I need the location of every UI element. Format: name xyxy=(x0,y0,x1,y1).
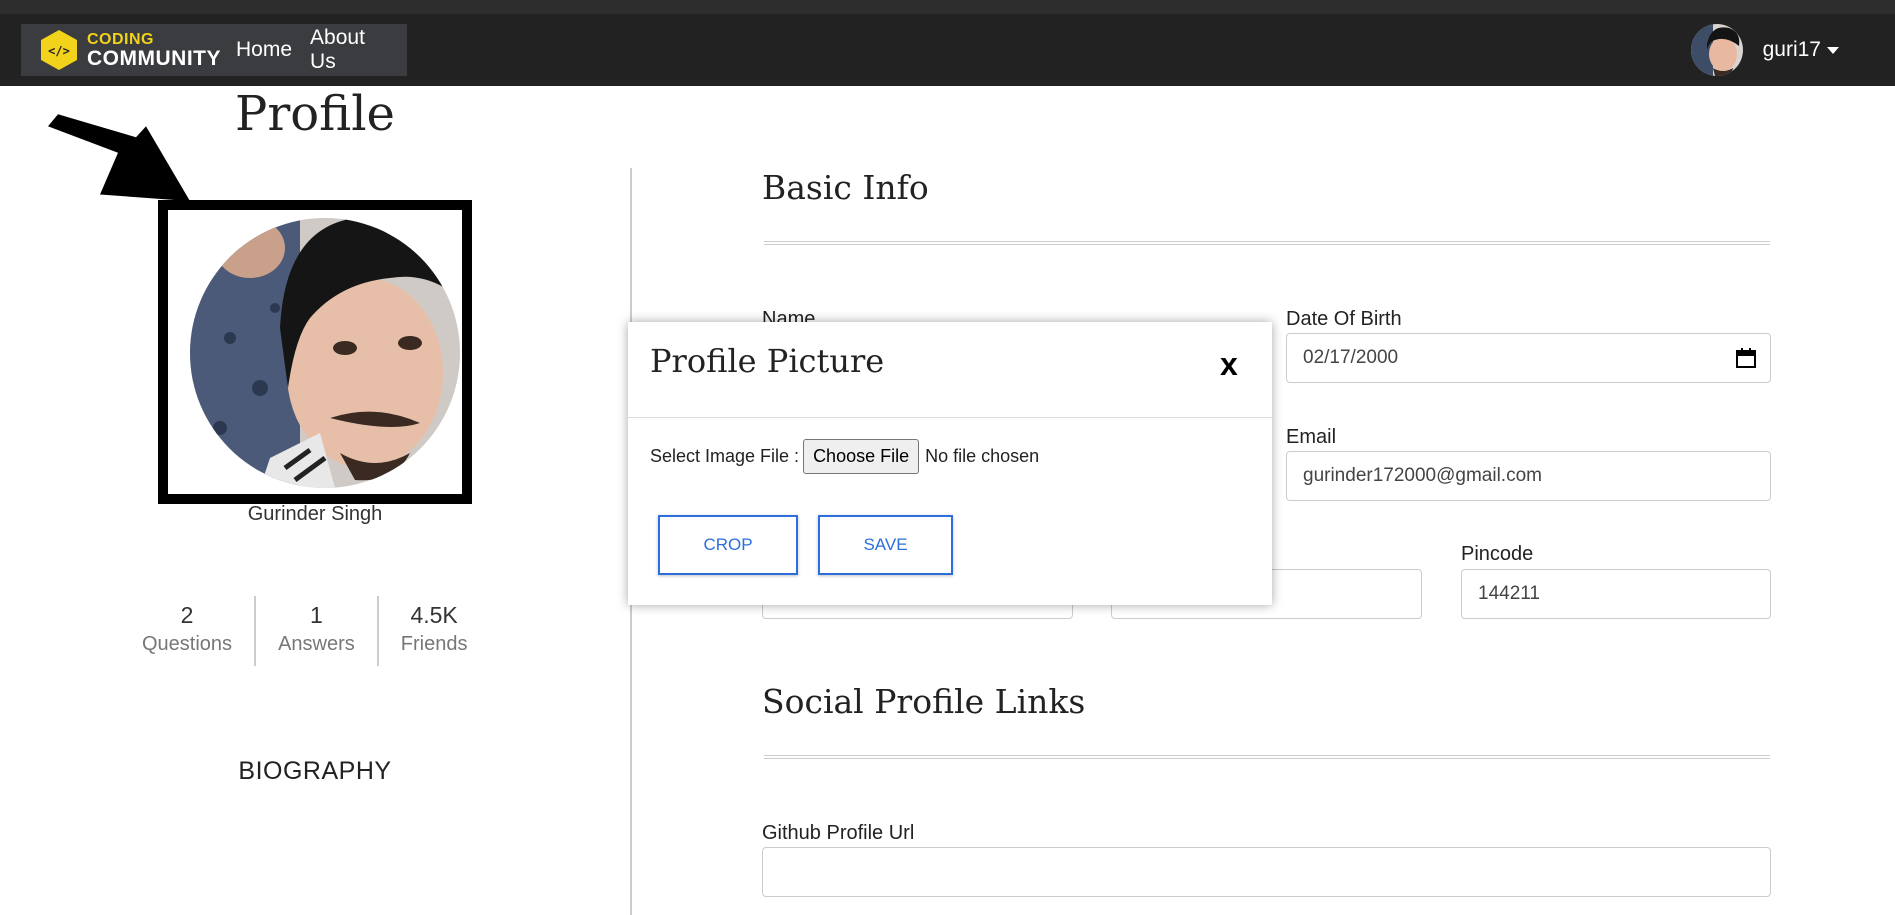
choose-file-button[interactable]: Choose File xyxy=(803,439,920,474)
dob-label: Date Of Birth xyxy=(1286,308,1402,330)
dropdown-caret-icon[interactable] xyxy=(1827,46,1839,54)
email-label: Email xyxy=(1286,426,1337,448)
social-links-title: Social Profile Links xyxy=(762,682,1086,721)
browser-top-strip xyxy=(0,0,1895,14)
navbar: </> CODING COMMUNITY Home About Us guri1… xyxy=(0,14,1895,86)
svg-text:</>: </> xyxy=(48,44,70,58)
user-avatar[interactable] xyxy=(1690,24,1743,76)
dob-input[interactable]: 02/17/2000 xyxy=(1286,333,1771,383)
email-input[interactable]: gurinder172000@gmail.com xyxy=(1286,451,1771,501)
stat-label: Friends xyxy=(400,633,468,655)
calendar-icon[interactable] xyxy=(1736,348,1756,368)
profile-full-name: Gurinder Singh xyxy=(247,503,383,525)
stat-friends[interactable]: 4.5K Friends xyxy=(379,596,490,666)
stat-questions[interactable]: 2 Questions xyxy=(120,596,257,666)
code-hexagon-icon: </> xyxy=(41,30,77,70)
stat-value: 4.5K xyxy=(410,602,458,628)
profile-picture-modal: Profile Picture x Select Image File : Ch… xyxy=(628,322,1272,605)
pincode-label: Pincode xyxy=(1461,543,1534,565)
crop-button[interactable]: CROP xyxy=(658,515,798,575)
github-input[interactable] xyxy=(762,847,1771,897)
profile-photo-frame[interactable] xyxy=(158,200,472,504)
brand-text-bottom: COMMUNITY xyxy=(87,46,221,70)
section-divider xyxy=(764,241,1770,245)
stat-label: Questions xyxy=(142,633,233,655)
biography-heading: BIOGRAPHY xyxy=(238,757,392,785)
nav-links: Home About Us xyxy=(226,24,407,76)
no-file-text: No file chosen xyxy=(925,446,1040,466)
modal-divider xyxy=(628,417,1272,418)
profile-stats: 2 Questions 1 Answers 4.5K Friends xyxy=(120,596,489,666)
file-select-row: Select Image File : Choose File No file … xyxy=(650,439,1039,474)
pincode-input[interactable]: 144211 xyxy=(1461,569,1771,619)
section-divider xyxy=(764,755,1770,759)
github-label: Github Profile Url xyxy=(762,822,915,844)
close-icon[interactable]: x xyxy=(1220,346,1238,383)
save-button[interactable]: SAVE xyxy=(818,515,953,575)
basic-info-title: Basic Info xyxy=(762,168,929,207)
stat-value: 2 xyxy=(180,602,194,628)
stat-answers[interactable]: 1 Answers xyxy=(256,596,379,666)
modal-title: Profile Picture xyxy=(650,342,885,380)
brand-logo[interactable]: </> CODING COMMUNITY xyxy=(21,24,226,76)
profile-photo[interactable] xyxy=(190,218,460,488)
brand-text-top: CODING xyxy=(87,30,154,48)
stat-value: 1 xyxy=(310,602,323,628)
dob-value: 02/17/2000 xyxy=(1303,347,1399,368)
username[interactable]: guri17 xyxy=(1763,38,1821,62)
user-menu[interactable]: guri17 xyxy=(1690,24,1839,76)
select-file-label: Select Image File : xyxy=(650,446,800,466)
nav-home-link[interactable]: Home xyxy=(236,38,292,62)
nav-about-link[interactable]: About Us xyxy=(310,26,389,74)
stat-label: Answers xyxy=(278,633,355,655)
